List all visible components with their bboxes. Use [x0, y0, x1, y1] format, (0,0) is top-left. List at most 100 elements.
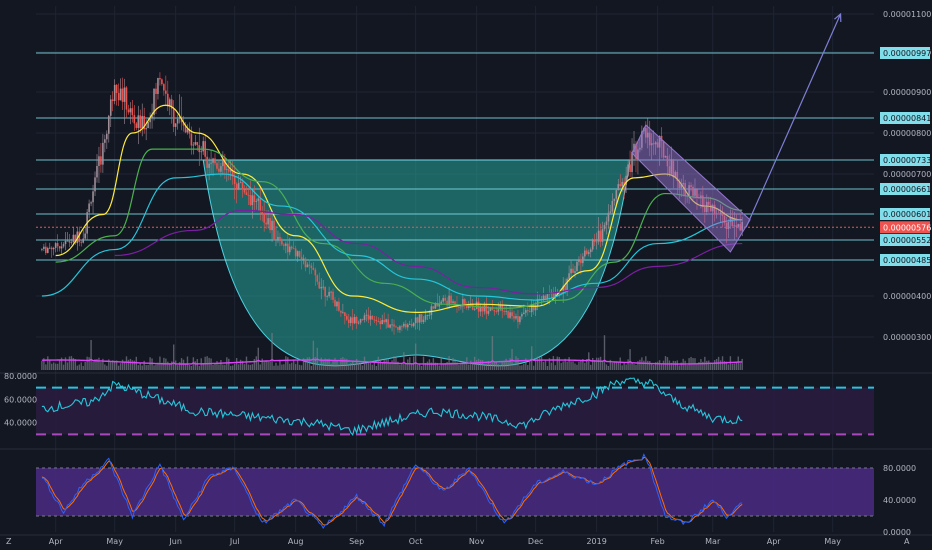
candle-body: [576, 261, 578, 272]
volume-bar: [684, 360, 686, 370]
candle-body: [387, 319, 389, 328]
candle-body: [137, 115, 140, 128]
candle-body: [212, 158, 214, 163]
volume-bar: [237, 364, 240, 370]
candle-body: [194, 142, 197, 145]
candle-body: [159, 77, 161, 80]
candle-body: [84, 233, 86, 239]
candle-body: [216, 163, 218, 169]
volume-bar: [84, 361, 86, 370]
candle-body: [599, 230, 602, 242]
time-axis-tick: Oct: [409, 537, 423, 546]
candle-body: [615, 190, 618, 199]
volume-bar: [550, 362, 553, 370]
candle-body: [220, 166, 222, 172]
chart-canvas[interactable]: 0.000011000.000010000.000009000.00000800…: [0, 0, 932, 550]
volume-bar: [104, 364, 106, 370]
volume-bar: [257, 347, 259, 370]
volume-bar: [556, 356, 558, 370]
volume-bar: [643, 360, 645, 370]
price-tag-label: 0.00000601: [883, 210, 931, 219]
candle-body: [166, 93, 169, 107]
volume-bar: [708, 360, 710, 370]
candle-body: [90, 202, 92, 204]
candle-body: [241, 182, 244, 190]
volume-bar: [110, 362, 112, 370]
volume-bar: [125, 356, 128, 370]
candle-body: [135, 123, 138, 128]
volume-bar: [739, 363, 741, 370]
candle-body: [617, 184, 620, 191]
candle-body: [286, 243, 289, 253]
candle-body: [406, 324, 409, 328]
candle-body: [521, 314, 523, 317]
candle-body: [570, 268, 572, 274]
candle-body: [174, 123, 177, 127]
candle-body: [475, 301, 478, 310]
candle-body: [442, 298, 444, 302]
time-axis-tick: May: [106, 537, 123, 546]
timezone-toggle[interactable]: Z: [6, 537, 12, 546]
volume-bar: [218, 364, 220, 370]
candle-body: [611, 200, 614, 212]
candle-body: [351, 317, 354, 324]
volume-bar: [468, 364, 470, 370]
volume-bar: [607, 365, 610, 370]
candle-body: [271, 220, 273, 231]
volume-bar: [672, 360, 675, 370]
volume-bar: [312, 340, 315, 370]
volume-bar: [458, 364, 460, 370]
candle-body: [422, 319, 425, 323]
candle-body: [591, 240, 594, 250]
candle-body: [80, 241, 83, 243]
candle-body: [584, 250, 586, 257]
volume-bar: [367, 362, 370, 370]
candle-body: [450, 295, 452, 304]
volume-bar: [597, 357, 600, 370]
volume-bar: [314, 356, 317, 370]
candle-body: [369, 315, 372, 320]
candle-body: [381, 319, 384, 325]
candle-body: [251, 195, 254, 206]
volume-bar: [477, 358, 480, 370]
candle-body: [186, 129, 189, 133]
volume-bar: [86, 356, 88, 370]
candle-body: [141, 115, 144, 129]
candle-body: [119, 88, 122, 101]
volume-bar: [558, 357, 560, 370]
candle-body: [115, 84, 118, 94]
candle-body: [587, 252, 590, 254]
volume-bar: [261, 358, 263, 370]
candle-body: [277, 236, 279, 240]
candle-body: [589, 249, 592, 253]
volume-bar: [53, 362, 55, 370]
volume-bar: [365, 363, 368, 370]
volume-bar: [171, 361, 173, 370]
candle-body: [424, 315, 427, 320]
rsi-axis-tick: 40.0000: [4, 419, 37, 428]
candle-body: [247, 194, 250, 196]
volume-bar: [572, 361, 574, 370]
volume-bar: [361, 365, 364, 370]
candle-body: [416, 317, 419, 323]
candle-body: [294, 248, 297, 257]
volume-bar: [100, 362, 102, 370]
volume-bar: [273, 365, 275, 370]
volume-bar: [731, 363, 734, 370]
candle-body: [367, 314, 370, 320]
candle-body: [597, 230, 600, 242]
volume-bar: [706, 360, 708, 370]
volume-bar: [153, 365, 155, 370]
volume-bar: [631, 362, 633, 370]
candle-body: [312, 267, 315, 270]
candle-body: [304, 258, 307, 268]
candle-body: [353, 317, 356, 324]
candle-body: [517, 316, 519, 323]
price-tags: 0.00000997 0.00000841 0.00000733 0.00000661…: [880, 47, 931, 266]
rsi-axis-tick: 60.0000: [4, 395, 37, 404]
volume-bar: [334, 357, 336, 370]
candle-body: [414, 317, 417, 324]
auto-scale-toggle[interactable]: A: [904, 537, 910, 546]
candle-body: [629, 164, 631, 173]
candle-body: [585, 250, 588, 254]
